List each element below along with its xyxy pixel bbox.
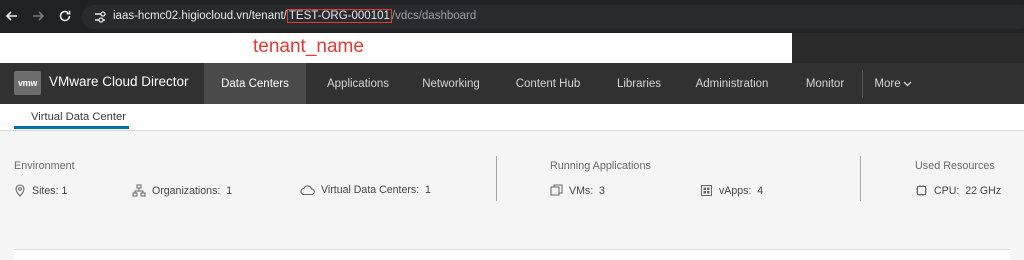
vdcs-label: Virtual Data Centers: — [321, 184, 420, 196]
location-pin-icon — [15, 184, 25, 197]
url-prefix: iaas-hcmc02.higiocloud.vn/tenant/ — [113, 10, 287, 22]
nav-libraries[interactable]: Libraries — [604, 63, 674, 104]
organizations-label: Organizations: — [152, 184, 221, 197]
vapps-value: 4 — [757, 184, 764, 197]
nav-networking[interactable]: Networking — [410, 63, 492, 104]
nav-divider — [862, 70, 863, 98]
sites-value: 1 — [61, 184, 68, 197]
vapp-icon — [701, 185, 712, 196]
nav-monitor[interactable]: Monitor — [794, 63, 856, 104]
nav-label: More — [874, 77, 901, 90]
nav-label: Libraries — [616, 77, 662, 90]
vm-icon — [550, 184, 563, 196]
vms-stat: VMs: 3 — [550, 184, 605, 197]
vdcs-value: 1 — [425, 184, 431, 196]
nav-data-centers[interactable]: Data Centers — [204, 63, 306, 104]
nav-applications[interactable]: Applications — [306, 63, 410, 104]
vms-label: VMs: — [569, 184, 594, 197]
vms-value: 3 — [599, 184, 605, 197]
sites-stat: Sites: 1 — [14, 184, 67, 197]
environment-title: Environment — [14, 160, 75, 172]
chevron-down-icon — [903, 81, 912, 87]
tab-label: Virtual Data Center — [31, 111, 126, 123]
content-card — [14, 249, 1010, 260]
vapps-stat: vApps: 4 — [700, 184, 763, 197]
organization-icon — [132, 184, 146, 197]
annotation-band — [0, 33, 792, 63]
nav-label: Data Centers — [221, 77, 289, 90]
vmware-logo: vmw — [14, 71, 41, 95]
nav-label: Networking — [422, 77, 480, 90]
nav-content-hub[interactable]: Content Hub — [505, 63, 591, 104]
section-divider — [496, 156, 497, 201]
section-divider — [860, 156, 861, 201]
tenant-name-annotation: tenant_name — [253, 36, 364, 57]
back-icon[interactable] — [1, 5, 23, 27]
cpu-value: 22 GHz — [965, 184, 1002, 197]
url-suffix: /vdcs/dashboard — [391, 10, 477, 22]
active-tab-indicator — [14, 126, 129, 129]
forward-icon[interactable] — [27, 5, 49, 27]
vdcs-stat: Virtual Data Centers: 1 — [300, 184, 431, 196]
running-applications-title: Running Applications — [550, 160, 651, 172]
nav-label: Administration — [695, 77, 769, 90]
url-tenant-highlight: TEST-ORG-000101 — [286, 9, 392, 23]
used-resources-title: Used Resources — [915, 160, 995, 172]
sites-label: Sites: — [32, 184, 59, 197]
nav-administration[interactable]: Administration — [684, 63, 780, 104]
app-title: VMware Cloud Director — [49, 74, 189, 89]
dark-band — [792, 33, 1024, 63]
cpu-label: CPU: — [934, 184, 960, 197]
sub-navigation — [0, 104, 1024, 131]
reload-icon[interactable] — [54, 5, 76, 27]
cpu-stat: CPU: 22 GHz — [915, 184, 1001, 197]
site-settings-icon[interactable] — [92, 9, 108, 25]
nav-more[interactable]: More — [868, 63, 918, 104]
nav-label: Content Hub — [515, 77, 581, 90]
nav-label: Applications — [326, 77, 389, 90]
vapps-label: vApps: — [719, 184, 752, 197]
nav-label: Monitor — [805, 77, 845, 90]
cpu-icon — [916, 185, 927, 196]
cloud-icon — [300, 185, 315, 196]
organizations-value: 1 — [226, 184, 233, 197]
organizations-stat: Organizations: 1 — [132, 184, 232, 197]
url-text[interactable]: iaas-hcmc02.higiocloud.vn/tenant/TEST-OR… — [113, 9, 477, 23]
